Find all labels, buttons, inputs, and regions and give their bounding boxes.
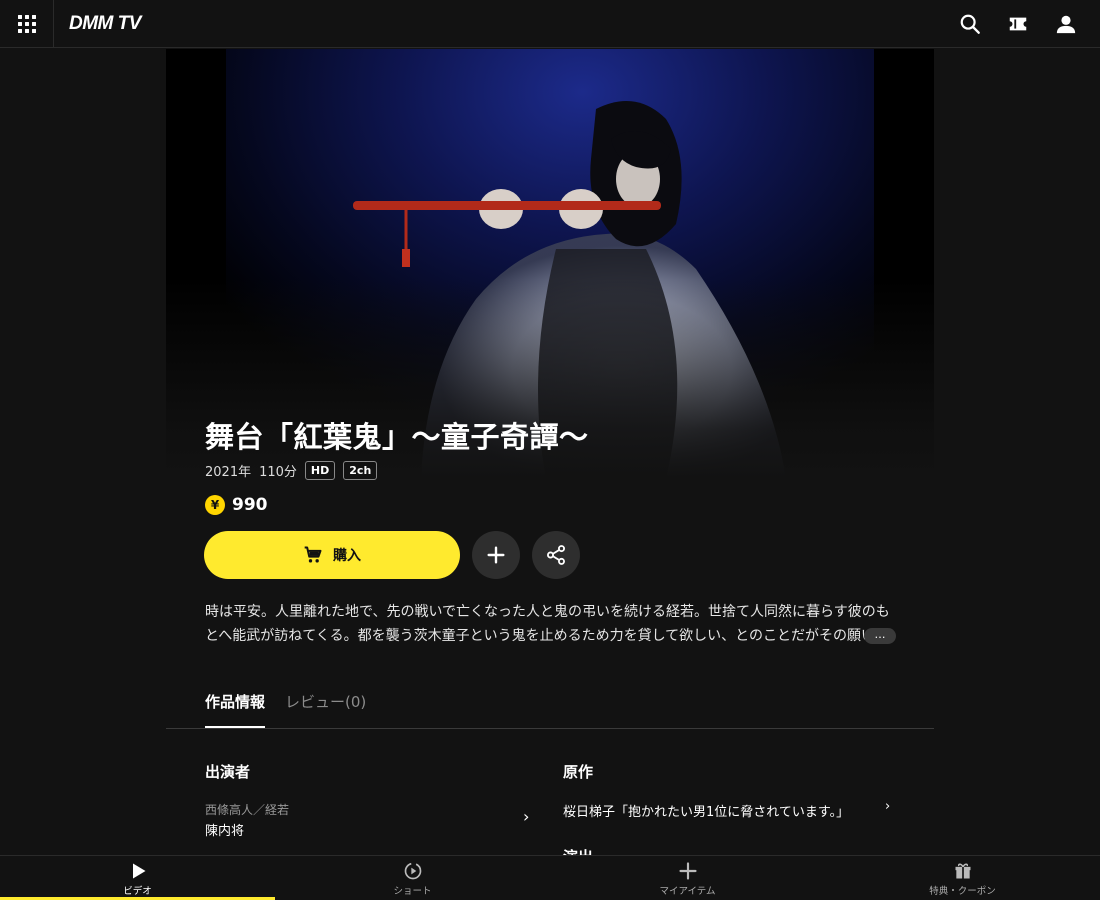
nav-my-items-label: マイアイテム — [659, 886, 716, 897]
detail-main: 舞台「紅葉鬼」～童子奇譚～ 2021年 110分 HD 2ch ¥ 990 購入… — [166, 49, 934, 855]
dmm-tv-logo[interactable]: DMM TV — [69, 13, 141, 35]
play-icon — [132, 863, 145, 879]
nav-perks-coupons[interactable]: 特典・クーポン — [825, 856, 1100, 900]
expand-description-button[interactable]: … — [864, 628, 896, 644]
nav-short-label: ショート — [393, 886, 432, 897]
yen-coin-icon: ¥ — [205, 495, 225, 515]
share-button[interactable] — [532, 531, 580, 579]
price-value: 990 — [232, 495, 268, 515]
original-work-text: 桜日梯子「抱かれたい男1位に脅されています。」 — [563, 805, 850, 820]
cast-role-text: 西條高人／経若 — [205, 803, 290, 817]
apps-grid-icon — [17, 14, 36, 33]
nav-short[interactable]: ショート — [275, 856, 550, 900]
ticket-icon — [1009, 17, 1027, 31]
buy-button[interactable]: 購入 — [204, 531, 460, 579]
content-meta: 2021年 110分 HD 2ch — [205, 461, 378, 480]
account-icon — [1056, 15, 1076, 34]
buy-button-label: 購入 — [333, 548, 361, 564]
short-play-icon — [404, 862, 421, 880]
add-to-list-button[interactable] — [472, 531, 520, 579]
description-text: 時は平安。人里離れた地で、先の戦いで亡くなった人と鬼の弔いを続ける経若。世捨て人… — [205, 604, 890, 644]
hd-badge: HD — [304, 461, 336, 480]
audio-channel-badge: 2ch — [343, 461, 378, 480]
account-button[interactable] — [1044, 2, 1088, 46]
apps-grid-button[interactable] — [0, 0, 54, 48]
detail-tabs: 作品情報 レビュー(0) — [166, 677, 934, 729]
price-display: ¥ 990 — [205, 495, 268, 515]
header-actions — [948, 0, 1088, 48]
next-section-title: 演出 — [563, 846, 593, 855]
search-button[interactable] — [948, 2, 992, 46]
original-section-title: 原作 — [563, 763, 594, 781]
plus-icon — [487, 546, 505, 564]
nav-perks-coupons-label: 特典・クーポン — [929, 886, 996, 897]
search-icon — [960, 14, 980, 34]
top-header: DMM TV — [0, 0, 1100, 48]
gift-icon — [955, 863, 970, 879]
cart-icon — [304, 546, 322, 563]
release-year: 2021年 — [205, 465, 252, 480]
original-work-item[interactable]: 桜日梯子「抱かれたい男1位に脅されています。」 › — [563, 799, 895, 823]
content-title: 舞台「紅葉鬼」～童子奇譚～ — [205, 420, 589, 454]
nav-video-label: ビデオ — [123, 886, 152, 897]
cast-section-title: 出演者 — [205, 763, 251, 781]
chevron-right-icon: › — [885, 799, 891, 814]
nav-video[interactable]: ビデオ — [0, 856, 275, 900]
ticket-button[interactable] — [996, 2, 1040, 46]
bottom-navigation: ビデオ ショート マイアイテム 特典・クーポン — [0, 855, 1100, 900]
cast-name-text: 陳内将 — [205, 824, 245, 839]
plus-icon — [678, 862, 697, 880]
share-icon — [547, 545, 565, 565]
tab-reviews[interactable]: レビュー(0) — [285, 691, 366, 712]
chevron-right-icon: › — [523, 807, 530, 826]
nav-my-items[interactable]: マイアイテム — [550, 856, 825, 900]
duration: 110分 — [259, 465, 297, 480]
tab-work-info[interactable]: 作品情報 — [205, 691, 266, 728]
